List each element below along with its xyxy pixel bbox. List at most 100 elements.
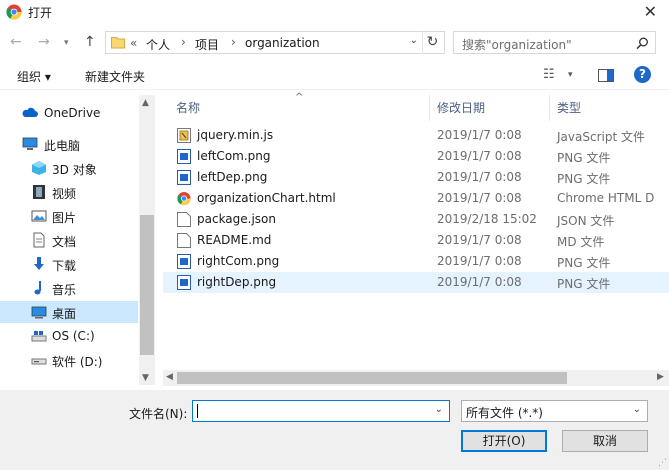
horizontal-scrollbar[interactable]: ◀ ▶ bbox=[163, 370, 669, 386]
file-date: 2019/1/7 0:08 bbox=[437, 275, 522, 289]
image-file-icon bbox=[177, 275, 191, 290]
nav-label: 音乐 bbox=[52, 283, 77, 297]
refresh-icon[interactable]: ↻ bbox=[422, 31, 442, 54]
download-arrow-icon bbox=[34, 257, 44, 270]
chevron-right-icon[interactable]: › bbox=[181, 35, 186, 49]
resize-grip-icon[interactable]: ⋰ bbox=[658, 458, 667, 468]
nav-label: 桌面 bbox=[52, 307, 77, 321]
scrollbar-thumb[interactable] bbox=[177, 372, 567, 384]
nav-item-desktop[interactable]: 桌面 bbox=[0, 301, 138, 323]
cancel-button[interactable]: 取消 bbox=[562, 430, 648, 452]
scroll-right-icon[interactable]: ▶ bbox=[657, 372, 664, 382]
nav-item-music[interactable]: 音乐 bbox=[0, 277, 138, 299]
new-folder-button[interactable]: 新建文件夹 bbox=[85, 68, 145, 85]
search-placeholder: 搜索"organization" bbox=[462, 38, 572, 52]
nav-label: 软件 (D:) bbox=[52, 355, 103, 369]
nav-item-this-pc[interactable]: 此电脑 bbox=[0, 133, 138, 155]
up-arrow-icon[interactable]: ↑ bbox=[84, 34, 96, 50]
nav-label: 下载 bbox=[52, 259, 77, 273]
file-row[interactable]: jquery.min.js 2019/1/7 0:08 JavaScript 文… bbox=[163, 125, 669, 146]
os-drive-icon bbox=[31, 331, 47, 342]
chevron-down-icon[interactable]: ⌄ bbox=[435, 404, 443, 415]
file-date: 2019/1/7 0:08 bbox=[437, 170, 522, 184]
nav-item-3d-objects[interactable]: 3D 对象 bbox=[0, 157, 138, 179]
filename-input[interactable]: ⌄ bbox=[192, 400, 450, 422]
folder-icon bbox=[111, 37, 125, 49]
nav-item-videos[interactable]: 视频 bbox=[0, 181, 138, 203]
scroll-down-icon[interactable]: ▼ bbox=[142, 373, 149, 383]
file-row[interactable]: organizationChart.html 2019/1/7 0:08 Chr… bbox=[163, 188, 669, 209]
nav-label: OneDrive bbox=[44, 106, 101, 120]
nav-label: 文档 bbox=[52, 235, 77, 249]
scroll-up-icon[interactable]: ▲ bbox=[142, 98, 149, 108]
nav-label: 图片 bbox=[52, 211, 77, 225]
js-file-icon bbox=[177, 128, 191, 143]
file-date: 2019/1/7 0:08 bbox=[437, 128, 522, 142]
chevron-down-icon[interactable]: ⌄ bbox=[633, 404, 641, 415]
file-row[interactable]: leftDep.png 2019/1/7 0:08 PNG 文件 bbox=[163, 167, 669, 188]
nav-item-downloads[interactable]: 下载 bbox=[0, 253, 138, 275]
nav-item-onedrive[interactable]: OneDrive bbox=[0, 102, 138, 124]
file-name: leftDep.png bbox=[197, 170, 268, 184]
scroll-left-icon[interactable]: ◀ bbox=[166, 372, 173, 382]
nav-label: 视频 bbox=[52, 187, 77, 201]
file-date: 2019/1/7 0:08 bbox=[437, 233, 522, 247]
close-icon[interactable]: ✕ bbox=[644, 2, 657, 21]
chrome-icon bbox=[177, 191, 191, 206]
nav-label: 3D 对象 bbox=[52, 163, 97, 177]
chevron-down-icon[interactable]: ⌄ bbox=[410, 35, 418, 46]
column-header-type[interactable]: 类型 bbox=[557, 99, 581, 116]
image-file-icon bbox=[177, 149, 191, 164]
column-header-date[interactable]: 修改日期 bbox=[437, 99, 485, 116]
file-row[interactable]: README.md 2019/1/7 0:08 MD 文件 bbox=[163, 230, 669, 251]
nav-item-documents[interactable]: 文档 bbox=[0, 229, 138, 251]
view-options-icon[interactable]: ☷ bbox=[543, 67, 555, 82]
help-icon[interactable]: ? bbox=[634, 66, 651, 83]
chrome-icon bbox=[6, 4, 22, 20]
search-input[interactable]: 搜索"organization" bbox=[453, 31, 656, 54]
blank-file-icon bbox=[177, 233, 191, 248]
file-type: PNG 文件 bbox=[557, 172, 611, 186]
cloud-icon bbox=[22, 107, 38, 117]
breadcrumb-item[interactable]: 个人 bbox=[146, 36, 170, 53]
file-name: README.md bbox=[197, 233, 272, 247]
file-name: leftCom.png bbox=[197, 149, 271, 163]
address-bar[interactable]: « 个人 › 项目 › organization ⌄ bbox=[105, 31, 445, 54]
picture-icon bbox=[31, 210, 47, 222]
breadcrumb-item[interactable]: 项目 bbox=[195, 36, 219, 53]
organize-button[interactable]: 组织 ▾ bbox=[17, 68, 51, 85]
column-divider[interactable] bbox=[549, 95, 550, 121]
json-file-icon bbox=[177, 212, 191, 227]
file-list: ^ 名称 修改日期 类型 jquery.min.js 2019/1/7 0:08… bbox=[163, 92, 669, 385]
breadcrumb-overflow[interactable]: « bbox=[130, 36, 137, 50]
file-row[interactable]: leftCom.png 2019/1/7 0:08 PNG 文件 bbox=[163, 146, 669, 167]
forward-arrow-icon[interactable]: → bbox=[38, 34, 50, 50]
column-divider[interactable] bbox=[429, 95, 430, 121]
dialog-footer: 文件名(N): ⌄ 所有文件 (*.*) ⌄ 打开(O) 取消 ⋰ bbox=[0, 390, 669, 470]
file-name: organizationChart.html bbox=[197, 191, 336, 205]
filename-label: 文件名(N): bbox=[129, 407, 188, 421]
nav-label: 此电脑 bbox=[44, 139, 81, 153]
nav-item-os-c[interactable]: OS (C:) bbox=[0, 325, 138, 347]
breadcrumb-item[interactable]: organization bbox=[245, 36, 320, 50]
column-header-name[interactable]: 名称 bbox=[176, 99, 200, 116]
chevron-down-icon[interactable]: ▾ bbox=[568, 70, 573, 80]
file-type: JavaScript 文件 bbox=[557, 130, 645, 144]
open-button[interactable]: 打开(O) bbox=[461, 430, 547, 452]
file-name: rightDep.png bbox=[197, 275, 277, 289]
back-arrow-icon[interactable]: ← bbox=[10, 34, 22, 50]
nav-item-software-d[interactable]: 软件 (D:) bbox=[0, 349, 138, 371]
file-type-filter[interactable]: 所有文件 (*.*) ⌄ bbox=[461, 400, 648, 422]
file-row[interactable]: rightCom.png 2019/1/7 0:08 PNG 文件 bbox=[163, 251, 669, 272]
recent-locations-chevron-icon[interactable]: ▾ bbox=[64, 38, 69, 48]
chevron-right-icon[interactable]: › bbox=[231, 35, 236, 49]
file-row[interactable]: package.json 2019/2/18 15:02 JSON 文件 bbox=[163, 209, 669, 230]
scrollbar-thumb[interactable] bbox=[140, 215, 154, 355]
computer-icon bbox=[22, 137, 38, 150]
command-toolbar: 组织 ▾ 新建文件夹 ☷ ▾ ? bbox=[0, 62, 669, 90]
nav-item-pictures[interactable]: 图片 bbox=[0, 205, 138, 227]
file-row[interactable]: rightDep.png 2019/1/7 0:08 PNG 文件 bbox=[163, 272, 669, 293]
file-date: 2019/1/7 0:08 bbox=[437, 191, 522, 205]
preview-pane-icon[interactable] bbox=[598, 69, 614, 82]
nav-scrollbar[interactable]: ▲ ▼ bbox=[139, 95, 155, 385]
